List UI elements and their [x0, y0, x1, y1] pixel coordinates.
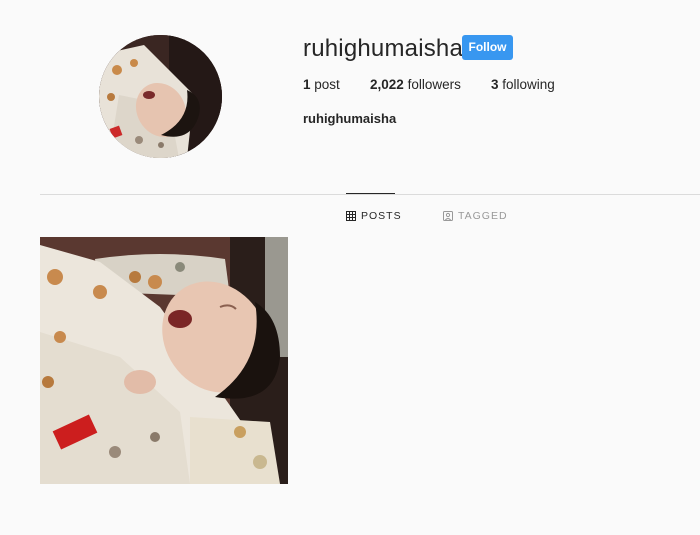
tab-posts-label: POSTS	[361, 210, 402, 222]
following-label: following	[502, 77, 555, 92]
profile-full-name: ruhighumaisha	[303, 111, 397, 126]
profile-page: ruhighumaisha Follow 1 post 2,022 follow…	[0, 0, 700, 535]
following-link[interactable]: 3 following	[491, 76, 555, 94]
tab-tagged[interactable]: TAGGED	[443, 210, 508, 222]
post-image	[40, 237, 288, 484]
grid-icon	[346, 211, 356, 221]
posts-count: 1	[303, 77, 311, 92]
tab-posts[interactable]: POSTS	[346, 210, 402, 222]
post-thumbnail[interactable]	[40, 237, 288, 484]
active-tab-indicator	[346, 193, 395, 194]
tabs-divider	[40, 194, 700, 195]
tab-tagged-label: TAGGED	[458, 210, 508, 222]
profile-username: ruhighumaisha	[303, 35, 464, 62]
avatar-image	[99, 35, 222, 158]
tag-icon	[443, 211, 453, 221]
profile-avatar[interactable]	[99, 35, 222, 158]
followers-link[interactable]: 2,022 followers	[370, 76, 461, 94]
followers-label: followers	[407, 77, 461, 92]
posts-count-stat: 1 post	[303, 76, 340, 94]
followers-count: 2,022	[370, 77, 404, 92]
posts-label: post	[314, 77, 340, 92]
follow-button[interactable]: Follow	[462, 35, 513, 60]
following-count: 3	[491, 77, 499, 92]
